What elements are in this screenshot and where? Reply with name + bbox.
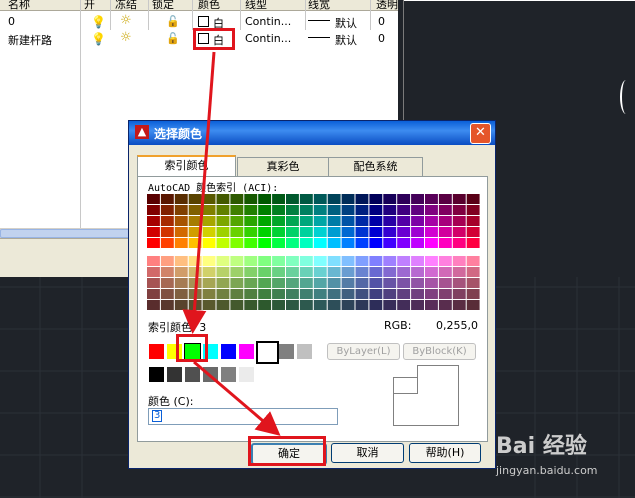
- baidu-watermark: Bai 经验 jingyan.baidu.com: [494, 422, 634, 498]
- watermark-brand: Bai 经验: [496, 434, 587, 459]
- watermark-url: jingyan.baidu.com: [496, 464, 598, 477]
